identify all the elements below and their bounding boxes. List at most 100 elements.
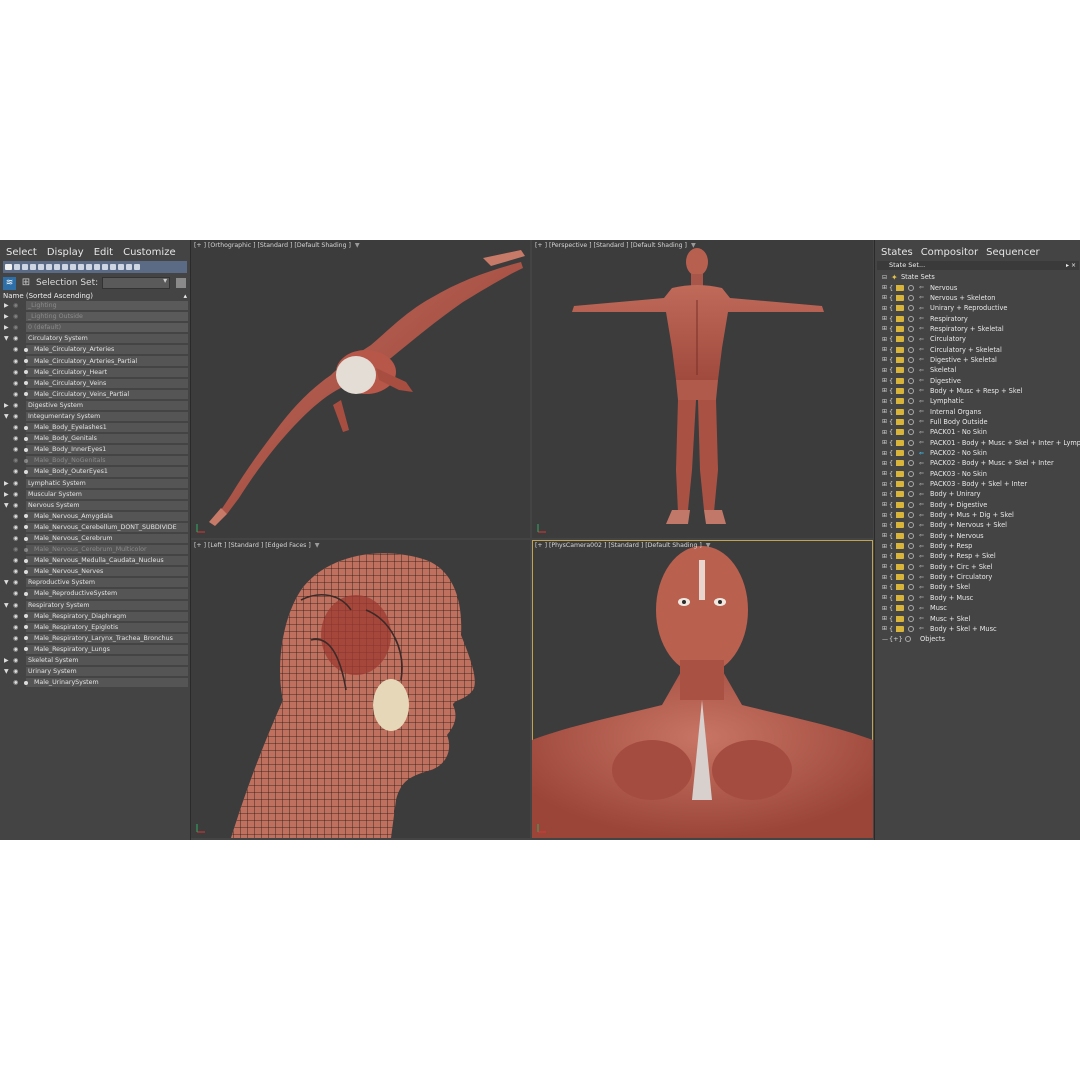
state-set-item[interactable]: ⊞{ } ⇐ Body + Digestive (875, 500, 1080, 510)
state-set-item[interactable]: ⊞{ } ⇐ Body + Circulatory (875, 572, 1080, 582)
expand-icon[interactable]: ⊞ (882, 584, 887, 591)
collapse-arrow-icon[interactable]: ▼ (4, 413, 9, 420)
state-set-item[interactable]: ⊞{ } ⇐ Respiratory + Skeletal (875, 324, 1080, 334)
visibility-eye-icon[interactable]: ◉ (13, 668, 18, 675)
display-children-icon[interactable] (110, 264, 116, 270)
scene-object-row[interactable]: ◉ Male_Respiratory_Epiglotis (0, 622, 188, 633)
camera-state-icon[interactable] (896, 398, 904, 405)
collapse-arrow-icon[interactable]: ▼ (4, 668, 9, 675)
state-arrow-icon[interactable]: ⇐ (919, 305, 924, 312)
record-icon[interactable] (908, 553, 914, 560)
state-arrow-icon[interactable]: ⇐ (919, 594, 924, 601)
state-arrow-icon[interactable]: ⇐ (919, 418, 924, 425)
visibility-eye-icon[interactable]: ◉ (13, 635, 18, 642)
state-set-item[interactable]: ⊞{ } ⇐ Body + Skel + Musc (875, 624, 1080, 634)
record-icon[interactable] (908, 418, 914, 425)
expand-arrow-icon[interactable]: ▶ (4, 657, 9, 664)
state-set-item[interactable]: ⊞{ } ⇐ Body + Resp + Skel (875, 551, 1080, 561)
viewport-perspective[interactable]: [+ ] [Perspective ] [Standard ] [Default… (532, 240, 873, 538)
camera-state-icon[interactable] (896, 615, 904, 622)
expand-icon[interactable]: ⊞ (882, 346, 887, 353)
camera-state-icon[interactable] (896, 574, 904, 581)
collapse-icon[interactable]: ⊟ (882, 274, 887, 281)
viewport-physcamera[interactable]: [+ ] [PhysCamera002 ] [Standard ] [Defau… (532, 540, 873, 838)
camera-state-icon[interactable] (896, 377, 904, 384)
scene-group-row[interactable]: ▼ ◉ Urinary System (0, 666, 188, 677)
state-set-item[interactable]: ⊞{ } ⇐ Body + Resp (875, 541, 1080, 551)
camera-state-icon[interactable] (896, 491, 904, 498)
visibility-eye-icon[interactable]: ◉ (13, 646, 18, 653)
record-icon[interactable] (908, 377, 914, 384)
visibility-eye-icon[interactable]: ◉ (13, 358, 18, 365)
display-none-icon[interactable] (5, 264, 12, 270)
state-arrow-icon[interactable]: ⇐ (919, 284, 924, 291)
camera-state-icon[interactable] (896, 584, 904, 591)
expand-icon[interactable]: ⊞ (882, 605, 887, 612)
scene-object-row[interactable]: ◉ Male_Circulatory_Veins_Partial (0, 389, 188, 400)
state-set-item[interactable]: ⊞{ } ⇐ Respiratory (875, 313, 1080, 323)
sort-by-hierarchy-icon[interactable]: ⊞ (20, 277, 32, 289)
scene-object-row[interactable]: ◉ Male_Circulatory_Veins (0, 378, 188, 389)
viewport-left[interactable]: [+ ] [Left ] [Standard ] [Edged Faces ] ▼ (191, 540, 530, 838)
state-sets-root[interactable]: ⊟ ✦ State Sets (875, 272, 1080, 282)
visibility-eye-icon[interactable]: ◉ (13, 424, 18, 431)
visibility-eye-icon[interactable]: ◉ (13, 302, 18, 309)
state-arrow-icon[interactable]: ⇐ (919, 325, 924, 332)
record-icon[interactable] (908, 501, 914, 508)
visibility-eye-icon[interactable]: ◉ (13, 524, 18, 531)
state-arrow-icon[interactable]: ⇐ (919, 315, 924, 322)
group-filter-icon[interactable] (62, 264, 68, 270)
scene-group-row[interactable]: ▼ ◉ Circulatory System (0, 333, 188, 344)
state-arrow-icon[interactable]: ⇐ (919, 387, 924, 394)
record-icon[interactable] (908, 325, 914, 332)
camera-state-icon[interactable] (896, 460, 904, 467)
visibility-eye-icon[interactable]: ◉ (13, 413, 18, 420)
state-arrow-icon[interactable]: ⇐ (919, 377, 924, 384)
state-set-item[interactable]: ⊞{ } ⇐ Unirary + Reproductive (875, 303, 1080, 313)
record-icon[interactable] (908, 408, 914, 415)
record-icon[interactable] (908, 605, 914, 612)
scene-object-row[interactable]: ◉ Male_Respiratory_Larynx_Trachea_Bronchu… (0, 633, 188, 644)
expand-icon[interactable]: ⊞ (882, 532, 887, 539)
viewport-label[interactable]: [+ ] [PhysCamera002 ] [Standard ] [Defau… (535, 542, 702, 549)
state-set-item[interactable]: ⊞{ } ⇐ Digestive (875, 375, 1080, 385)
camera-state-icon[interactable] (896, 625, 904, 632)
state-set-item[interactable]: ⊞{ } ⇐ PACK02 - No Skin (875, 448, 1080, 458)
scene-group-row[interactable]: ▼ ◉ Respiratory System (0, 600, 188, 611)
close-icon[interactable]: ▸ × (1066, 261, 1076, 270)
state-set-item[interactable]: ⊞{ } ⇐ Lymphatic (875, 396, 1080, 406)
scene-object-row[interactable]: ◉ Male_Circulatory_Heart (0, 367, 188, 378)
state-arrow-icon[interactable]: ⇐ (919, 356, 924, 363)
viewport-filter-icon[interactable]: ▼ (315, 542, 320, 549)
state-set-item[interactable]: ⊞{ } ⇐ Body + Mus + Dig + Skel (875, 510, 1080, 520)
scene-object-row[interactable]: ◉ Male_Nervous_Cerebellum_DONT_SUBDIVIDE (0, 522, 188, 533)
visibility-eye-icon[interactable]: ◉ (13, 346, 18, 353)
camera-state-icon[interactable] (896, 305, 904, 312)
record-icon[interactable] (908, 346, 914, 353)
state-arrow-icon[interactable]: ⇐ (919, 584, 924, 591)
scene-object-row[interactable]: ◉ Male_Nervous_Medulla_Caudata_Nucleus (0, 555, 188, 566)
helper-filter-icon[interactable] (38, 264, 44, 270)
visibility-eye-icon[interactable]: ◉ (13, 546, 18, 553)
viewport-label[interactable]: [+ ] [Orthographic ] [Standard ] [Defaul… (194, 242, 351, 249)
camera-state-icon[interactable] (896, 346, 904, 353)
record-icon[interactable] (908, 574, 914, 581)
expand-icon[interactable]: ⊞ (882, 553, 887, 560)
expand-icon[interactable]: ⊞ (882, 315, 887, 322)
state-arrow-icon[interactable]: ⇐ (919, 367, 924, 374)
menu-sequencer[interactable]: Sequencer (986, 247, 1039, 260)
scene-object-row[interactable]: ◉ Male_Body_Genitals (0, 433, 188, 444)
visibility-eye-icon[interactable]: ◉ (13, 369, 18, 376)
record-icon[interactable] (908, 563, 914, 570)
state-arrow-icon[interactable]: ⇐ (919, 501, 924, 508)
menu-states[interactable]: States (881, 247, 913, 260)
hidden-filter-icon[interactable] (102, 264, 108, 270)
scene-object-row[interactable]: ◉ Male_Body_Eyelashes1 (0, 422, 188, 433)
record-icon[interactable] (908, 429, 914, 436)
collapse-arrow-icon[interactable]: ▼ (4, 335, 9, 342)
state-set-item[interactable]: ⊞{ } ⇐ Body + Nervous + Skel (875, 520, 1080, 530)
camera-state-icon[interactable] (896, 532, 904, 539)
camera-state-icon[interactable] (896, 512, 904, 519)
record-icon[interactable] (908, 450, 914, 457)
scene-object-row[interactable]: ◉ Male_Nervous_Cerebrum (0, 533, 188, 544)
